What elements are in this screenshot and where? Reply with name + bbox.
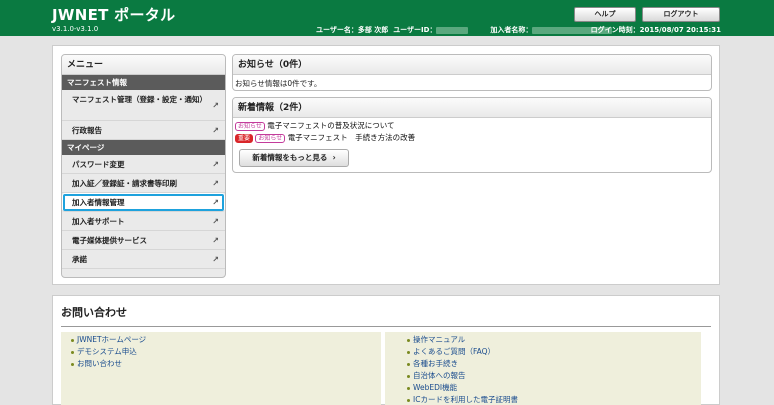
- news-title: 新着情報（2件）: [233, 98, 711, 118]
- user-name: 多部 次郎: [357, 26, 389, 34]
- news-item: お知らせ 電子マニフェストの普及状況について: [233, 120, 711, 132]
- important-tag: 重要: [235, 133, 254, 143]
- divider: [61, 326, 711, 327]
- external-link-icon: ↗: [212, 101, 219, 110]
- external-link-icon: ↗: [212, 126, 219, 135]
- main-panel: メニュー マニフェスト情報 マニフェスト管理（登録・設定・通知） ↗ 行政報告 …: [52, 45, 720, 285]
- link-manual[interactable]: 操作マニュアル: [385, 334, 701, 346]
- external-link-icon: ↗: [212, 255, 219, 264]
- menu-item-password-change[interactable]: パスワード変更 ↗: [62, 155, 225, 174]
- menu-item-member-support[interactable]: 加入者サポート ↗: [62, 212, 225, 231]
- menu-item-label: 加入証／登録証・請求書等印刷: [72, 179, 177, 188]
- help-button[interactable]: ヘルプ: [574, 7, 636, 22]
- menu-item-label: 加入者情報管理: [72, 198, 125, 207]
- menu-item-label: 加入者サポート: [72, 217, 125, 226]
- more-news-button[interactable]: 新着情報をもっと見る ›: [239, 149, 349, 167]
- link-inquiry[interactable]: お問い合わせ: [61, 358, 381, 370]
- contact-links-left: JWNETホームページ デモシステム申込 お問い合わせ: [61, 332, 381, 405]
- notice-panel: お知らせ（0件） お知らせ情報は0件です。: [232, 54, 712, 91]
- logout-button[interactable]: ログアウト: [642, 7, 720, 22]
- external-link-icon: ↗: [212, 160, 219, 169]
- notice-tag: お知らせ: [235, 121, 265, 131]
- news-link[interactable]: 電子マニフェスト 手続き方法の改善: [288, 133, 416, 142]
- menu-item-label: マニフェスト管理（登録・設定・通知）: [72, 95, 207, 104]
- link-webedi[interactable]: WebEDI機能: [385, 382, 701, 394]
- menu-item-certificate-print[interactable]: 加入証／登録証・請求書等印刷 ↗: [62, 174, 225, 193]
- news-item: 重要 お知らせ 電子マニフェスト 手続き方法の改善: [233, 132, 711, 144]
- menu-title: メニュー: [62, 55, 225, 75]
- external-link-icon: ↗: [212, 217, 219, 226]
- link-jwnet-home[interactable]: JWNETホームページ: [61, 334, 381, 346]
- user-name-label: ユーザー名：: [316, 26, 358, 34]
- external-link-icon: ↗: [212, 179, 219, 188]
- version-text: v3.1.0-v3.1.0: [52, 25, 99, 33]
- app-title: JWNET ポータル: [52, 6, 176, 24]
- menu-item-electronic-media[interactable]: 電子媒体提供サービス ↗: [62, 231, 225, 250]
- sidebar-menu: メニュー マニフェスト情報 マニフェスト管理（登録・設定・通知） ↗ 行政報告 …: [61, 54, 226, 278]
- news-link[interactable]: 電子マニフェストの普及状況について: [267, 121, 394, 130]
- external-link-icon: ↗: [212, 236, 219, 245]
- menu-item-consent[interactable]: 承諾 ↗: [62, 250, 225, 269]
- more-news-label: 新着情報をもっと見る: [252, 153, 328, 162]
- login-time-value: 2015/08/07 20:15:31: [639, 26, 721, 34]
- contact-title: お問い合わせ: [61, 306, 127, 319]
- link-faq[interactable]: よくあるご質問（FAQ）: [385, 346, 701, 358]
- link-procedures[interactable]: 各種お手続き: [385, 358, 701, 370]
- contact-links-right: 操作マニュアル よくあるご質問（FAQ） 各種お手続き 自治体への報告 WebE…: [385, 332, 701, 405]
- notice-title: お知らせ（0件）: [233, 55, 711, 75]
- menu-item-label: 行政報告: [72, 126, 102, 135]
- user-id-mask: [436, 26, 469, 34]
- header-bar: JWNET ポータル v3.1.0-v3.1.0 ユーザー名：多部 次郎 ユーザ…: [0, 0, 774, 36]
- external-link-icon: ↗: [212, 198, 219, 207]
- menu-item-label: 電子媒体提供サービス: [72, 236, 147, 245]
- login-time-label: ログイン時刻：: [590, 26, 640, 34]
- menu-item-administrative-report[interactable]: 行政報告 ↗: [62, 121, 225, 140]
- user-info: ユーザー名：多部 次郎 ユーザーID： 加入者名称：: [316, 25, 613, 35]
- link-municipal-report[interactable]: 自治体への報告: [385, 370, 701, 382]
- chevron-right-icon: ›: [329, 153, 336, 162]
- member-name-label: 加入者名称：: [490, 26, 533, 34]
- menu-item-member-info[interactable]: 加入者情報管理 ↗: [62, 193, 225, 212]
- notice-text: お知らせ情報は0件です。: [235, 79, 322, 88]
- contact-panel: お問い合わせ JWNETホームページ デモシステム申込 お問い合わせ 操作マニュ…: [52, 295, 720, 405]
- link-demo-system[interactable]: デモシステム申込: [61, 346, 381, 358]
- news-list: お知らせ 電子マニフェストの普及状況について 重要 お知らせ 電子マニフェスト …: [233, 118, 711, 144]
- menu-item-label: 承諾: [72, 255, 87, 264]
- menu-section-mypage: マイページ: [62, 140, 225, 155]
- menu-item-label: パスワード変更: [72, 160, 125, 169]
- link-ic-card[interactable]: ICカードを利用した電子証明書: [385, 394, 701, 405]
- notice-tag: お知らせ: [255, 133, 286, 143]
- menu-section-manifest: マニフェスト情報: [62, 75, 225, 90]
- login-time: ログイン時刻：2015/08/07 20:15:31: [591, 25, 721, 35]
- news-panel: 新着情報（2件） お知らせ 電子マニフェストの普及状況について 重要 お知らせ …: [232, 97, 712, 173]
- user-id-label: ユーザーID：: [393, 26, 437, 34]
- menu-item-manifest-management[interactable]: マニフェスト管理（登録・設定・通知） ↗: [62, 90, 225, 121]
